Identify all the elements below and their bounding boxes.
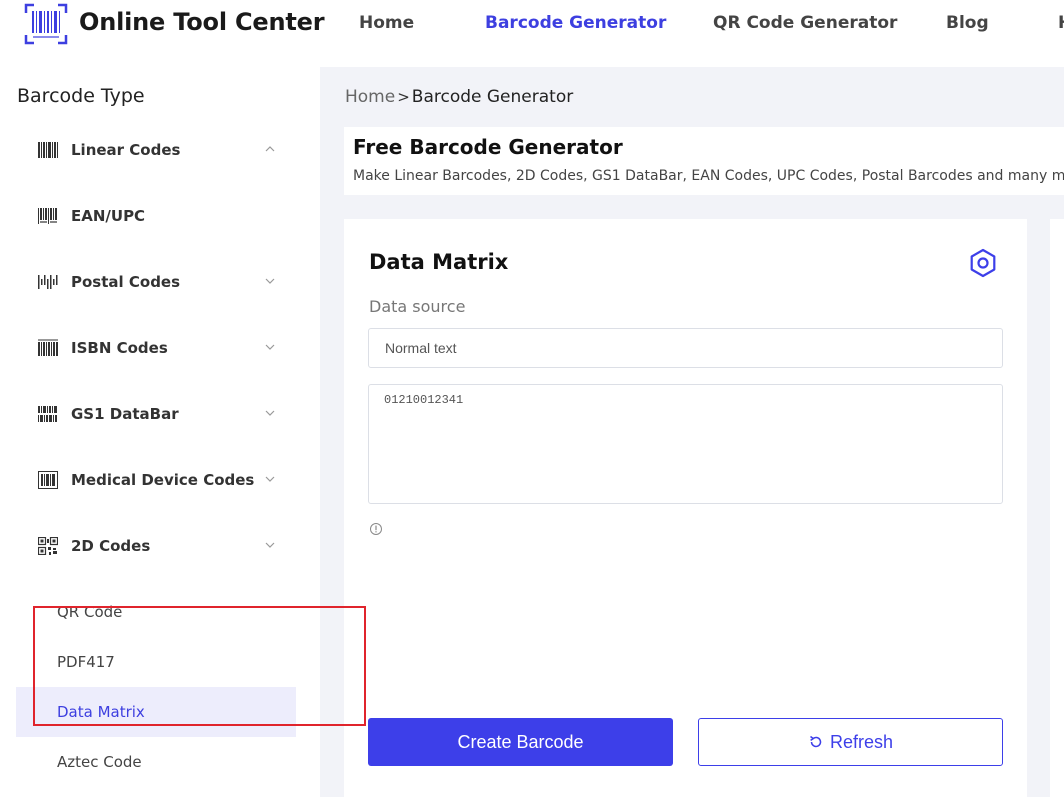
sidebar-subitem-label: Data Matrix [57,703,145,721]
intro-panel: Free Barcode Generator Make Linear Barco… [344,127,1064,195]
data-source-selected-value: Normal text [385,340,457,356]
sidebar-title: Barcode Type [17,85,145,107]
nav-barcode-generator[interactable]: Barcode Generator [485,13,666,33]
data-source-label: Data source [369,297,466,316]
ean-barcode-icon [38,208,57,224]
sidebar-subitem-label: PDF417 [57,653,115,671]
nav-home[interactable]: Home [359,13,414,33]
gs1-databar-icon [38,406,57,422]
sidebar-subitem-pdf417[interactable]: PDF417 [16,637,296,687]
sidebar-item-label: Medical Device Codes [71,471,255,489]
nav-item-truncated[interactable]: H [1058,13,1064,33]
nav-blog[interactable]: Blog [946,13,989,33]
settings-icon[interactable] [967,247,999,279]
chevron-down-icon[interactable] [265,541,275,549]
data-source-select[interactable]: Normal text [368,328,1003,368]
medical-code-icon [38,471,58,489]
sidebar-subitem-label: QR Code [57,603,123,621]
sidebar-item-ean-upc[interactable]: EAN/UPC [16,192,296,242]
barcode-data-input[interactable]: 01210012341 [368,384,1003,504]
page-title: Free Barcode Generator [353,135,623,159]
chevron-up-icon[interactable] [265,145,275,153]
top-header: Online Tool Center Home Barcode Generato… [0,0,1064,67]
sidebar-item-medical-device-codes[interactable]: Medical Device Codes [16,456,296,506]
preview-panel-edge [1050,219,1064,797]
isbn-barcode-icon [38,339,58,356]
sidebar-subitem-aztec-code[interactable]: Aztec Code [16,737,296,787]
brand-name[interactable]: Online Tool Center [79,8,325,36]
main-content: Home > Barcode Generator Free Barcode Gene… [320,67,1064,797]
qr-2d-icon [38,537,58,555]
chevron-down-icon[interactable] [265,277,275,285]
chevron-down-icon[interactable] [265,475,275,483]
page-description: Make Linear Barcodes, 2D Codes, GS1 Data… [353,168,1064,184]
sidebar-item-label: 2D Codes [71,537,151,555]
chevron-down-icon[interactable] [265,409,275,417]
generator-card: Data Matrix Data source Normal text 0121… [344,219,1027,797]
sidebar-item-postal-codes[interactable]: Postal Codes [16,258,296,308]
breadcrumb: Home > Barcode Generator [345,87,573,107]
create-barcode-button[interactable]: Create Barcode [368,718,673,766]
sidebar-item-linear-codes[interactable]: Linear Codes [16,126,296,176]
postal-barcode-icon [38,275,58,289]
sidebar-subitem-data-matrix[interactable]: Data Matrix [16,687,296,737]
sidebar-item-label: Postal Codes [71,273,181,291]
chevron-down-icon[interactable] [265,343,275,351]
sidebar-item-label: ISBN Codes [71,339,168,357]
barcode-logo-icon[interactable] [24,3,68,45]
refresh-icon [810,735,822,748]
sidebar-item-label: GS1 DataBar [71,405,179,423]
barcode-type-title: Data Matrix [369,250,509,274]
sidebar: Barcode Type Linear Codes EAN/UPC Postal… [0,67,320,797]
breadcrumb-current: Barcode Generator [411,87,574,107]
nav-qr-code-generator[interactable]: QR Code Generator [713,13,897,33]
sidebar-item-label: EAN/UPC [71,207,146,225]
linear-barcode-icon [38,142,58,158]
breadcrumb-home-link[interactable]: Home [345,87,395,107]
sidebar-subitem-qr-code[interactable]: QR Code [16,587,296,637]
refresh-label: Refresh [829,731,894,752]
sidebar-item-label: Linear Codes [71,141,181,159]
refresh-button[interactable]: Refresh [698,718,1003,766]
sidebar-subitem-label: Aztec Code [57,753,142,771]
sidebar-item-gs1-databar[interactable]: GS1 DataBar [16,390,296,440]
sidebar-item-isbn-codes[interactable]: ISBN Codes [16,324,296,374]
breadcrumb-separator: > [397,88,410,106]
sidebar-item-2d-codes[interactable]: 2D Codes [16,522,296,572]
info-icon[interactable] [369,522,383,536]
